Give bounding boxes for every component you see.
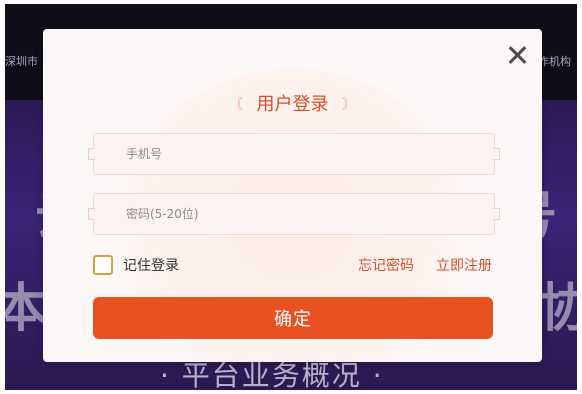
title-deco-right: 〗 (342, 97, 355, 111)
close-icon[interactable] (506, 44, 528, 66)
login-modal: 〖 用户登录 〗 记住登录 忘记密码 立即注册 确定 (43, 29, 542, 362)
title-deco-left: 〖 (230, 97, 243, 111)
forgot-password-link[interactable]: 忘记密码 (358, 255, 414, 275)
phone-input[interactable] (94, 134, 494, 174)
register-link[interactable]: 立即注册 (436, 255, 492, 275)
modal-title: 〖 用户登录 〗 (43, 90, 542, 116)
submit-button[interactable]: 确定 (93, 297, 493, 339)
auth-links: 忘记密码 立即注册 (358, 255, 492, 275)
remember-login[interactable]: 记住登录 (93, 255, 179, 275)
background-nav-text-right: 作机构 (538, 55, 571, 68)
password-input[interactable] (94, 194, 494, 234)
background-nav-text-left: 深圳市 (5, 55, 38, 68)
login-title: 用户登录 (256, 94, 329, 115)
password-field-container (88, 193, 500, 235)
background-hero-glyph: 协 (540, 279, 577, 339)
background-hero-glyph: 本 (5, 279, 48, 339)
remember-checkbox[interactable] (93, 255, 113, 275)
phone-field-container (88, 133, 500, 175)
remember-label: 记住登录 (123, 258, 179, 274)
